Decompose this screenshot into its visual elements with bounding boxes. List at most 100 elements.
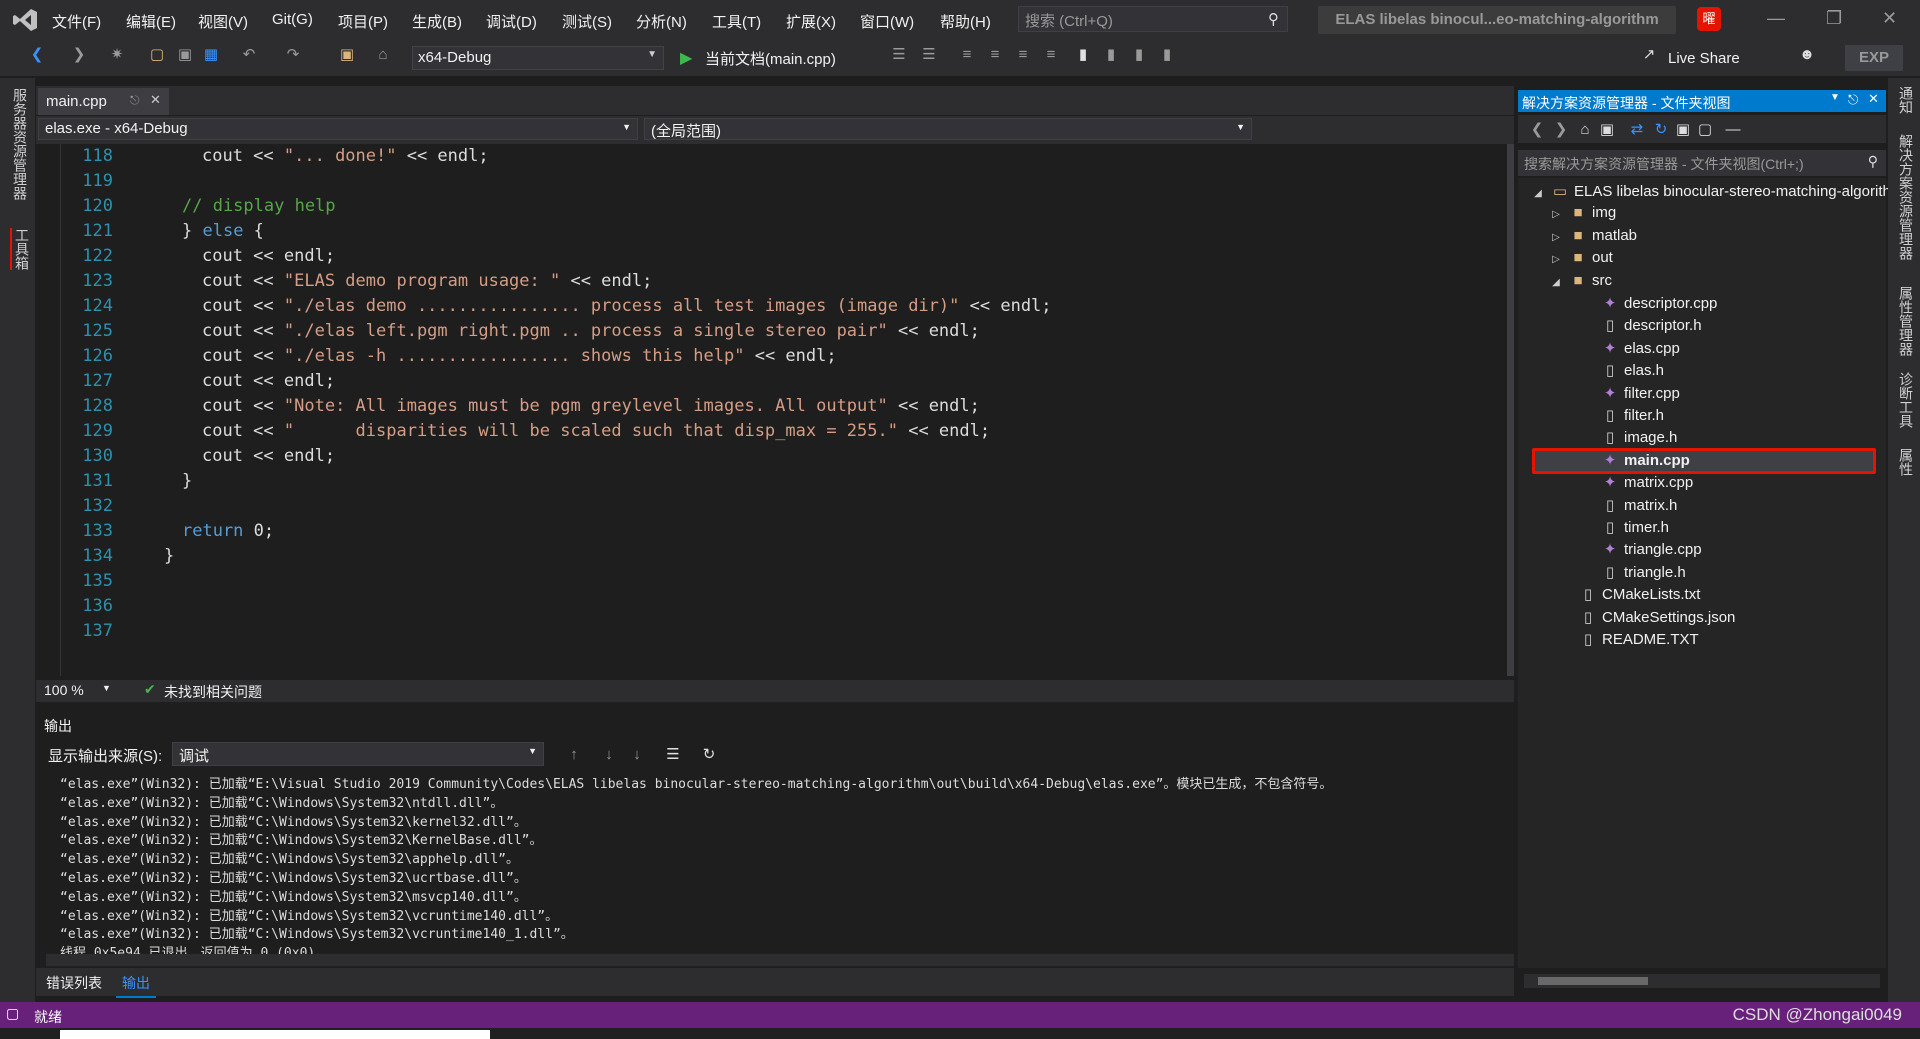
tree-item[interactable]: ▯ image.h xyxy=(1602,428,1678,446)
project-dropdown[interactable]: elas.exe - x64-Debug ▼ xyxy=(38,118,638,140)
word-wrap-icon[interactable]: ↻ xyxy=(700,746,718,764)
menu-extensions[interactable]: 扩展(X) xyxy=(786,11,836,32)
configuration-dropdown[interactable]: x64-Debug ▼ xyxy=(412,46,664,70)
collapse-arrow-icon[interactable]: ◢ xyxy=(1530,188,1546,199)
menu-tools[interactable]: 工具(T) xyxy=(712,11,761,32)
collapse-arrow-icon[interactable]: ◢ xyxy=(1548,277,1564,288)
expand-arrow-icon[interactable]: ▷ xyxy=(1548,254,1564,265)
redo-icon[interactable]: ↷ xyxy=(284,46,302,64)
menu-edit[interactable]: 编辑(E) xyxy=(126,11,176,32)
scope-dropdown[interactable]: (全局范围) ▼ xyxy=(644,118,1252,140)
show-all-files-icon[interactable]: ▢ xyxy=(1696,121,1714,139)
tree-item[interactable]: ▯ timer.h xyxy=(1602,518,1669,536)
tree-item[interactable]: ▯ descriptor.h xyxy=(1602,316,1702,334)
switch-views-icon[interactable]: ▣ xyxy=(1598,121,1616,139)
refresh-icon[interactable]: ↻ xyxy=(1652,121,1670,139)
tree-item[interactable]: ▯ matrix.h xyxy=(1602,496,1677,514)
run-target-button[interactable]: 当前文档(main.cpp) xyxy=(705,48,836,69)
output-hscroll[interactable] xyxy=(46,954,1514,966)
tab-output[interactable]: 输出 xyxy=(116,970,156,998)
tree-item[interactable]: ▷ ■ img xyxy=(1548,204,1616,221)
menu-file[interactable]: 文件(F) xyxy=(52,11,101,32)
clear-all-icon[interactable]: ☰ xyxy=(664,746,682,764)
user-avatar[interactable]: 曜 xyxy=(1697,7,1721,31)
code-line[interactable]: return 0; xyxy=(182,521,274,541)
solution-explorer-tab[interactable]: 解决方案资源管理器 xyxy=(1896,134,1916,260)
tab-main-cpp[interactable]: main.cpp ⎋ ✕ xyxy=(38,88,169,115)
tree-item[interactable]: ◢ ▭ ELAS libelas binocular-stereo-matching… xyxy=(1530,182,1903,200)
tree-item[interactable]: ✦ main.cpp xyxy=(1602,451,1690,469)
tree-item[interactable]: ▯ elas.h xyxy=(1602,361,1664,379)
collapse-all-icon[interactable]: ▣ xyxy=(1674,121,1692,139)
property-manager-tab[interactable]: 属性管理器 xyxy=(1896,286,1916,356)
menu-debug[interactable]: 调试(D) xyxy=(486,11,537,32)
issues-status[interactable]: 未找到相关问题 xyxy=(164,682,262,702)
code-line[interactable]: cout << "ELAS demo program usage: " << e… xyxy=(202,271,652,291)
code-line[interactable]: cout << "./elas left.pgm right.pgm .. pr… xyxy=(202,321,980,341)
find-in-files-icon[interactable]: ▣ xyxy=(338,46,356,64)
minimize-icon[interactable]: — xyxy=(1767,8,1785,29)
exp-button[interactable]: EXP xyxy=(1845,45,1903,71)
code-line[interactable]: cout << "... done!" << endl; xyxy=(202,146,489,166)
tree-item[interactable]: ✦ matrix.cpp xyxy=(1602,473,1693,491)
back-icon[interactable]: ❮ xyxy=(1528,121,1546,139)
tree-item[interactable]: ✦ descriptor.cpp xyxy=(1602,294,1718,312)
close-tab-icon[interactable]: ✕ xyxy=(150,92,161,108)
code-line[interactable]: } else { xyxy=(182,221,264,241)
menu-build[interactable]: 生成(B) xyxy=(412,11,462,32)
home-icon[interactable]: ⌂ xyxy=(1576,121,1594,139)
properties-icon[interactable]: — xyxy=(1724,121,1742,139)
code-line[interactable]: cout << endl; xyxy=(202,371,335,391)
pin-icon[interactable]: ⎋ xyxy=(1848,92,1858,108)
menu-analyze[interactable]: 分析(N) xyxy=(636,11,687,32)
tree-item[interactable]: ▯ README.TXT xyxy=(1580,630,1699,648)
server-explorer-tab[interactable]: 服务器资源管理器 xyxy=(10,88,30,200)
forward-icon[interactable]: ❯ xyxy=(1552,121,1570,139)
goto-last-icon[interactable]: ↓ xyxy=(628,746,646,764)
menu-help[interactable]: 帮助(H) xyxy=(940,11,991,32)
tree-item[interactable]: ◢ ■ src xyxy=(1548,272,1612,289)
code-line[interactable]: } xyxy=(164,546,174,566)
code-line[interactable]: cout << "Note: All images must be pgm gr… xyxy=(202,396,980,416)
home-icon[interactable]: ⌂ xyxy=(374,46,392,64)
clear-bookmark-icon[interactable]: ▮ xyxy=(1158,46,1176,64)
search-input[interactable]: 搜索 (Ctrl+Q) ⚲ xyxy=(1018,6,1288,32)
tree-item[interactable]: ▷ ■ matlab xyxy=(1548,227,1637,244)
comment-icon[interactable]: ≡ xyxy=(958,46,976,64)
forward-icon[interactable]: ❯ xyxy=(70,46,88,64)
output-source-dropdown[interactable]: 调试 ▼ xyxy=(172,742,544,766)
live-share-button[interactable]: Live Share xyxy=(1668,50,1740,67)
save-icon[interactable]: ▣ xyxy=(176,46,194,64)
share-icon[interactable]: ↗ xyxy=(1640,46,1658,64)
chevron-down-icon[interactable]: ▼ xyxy=(1830,92,1840,103)
expand-arrow-icon[interactable]: ▷ xyxy=(1548,209,1564,220)
goto-next-icon[interactable]: ↓ xyxy=(600,746,618,764)
undo-icon[interactable]: ↶ xyxy=(240,46,258,64)
scroll-thumb[interactable] xyxy=(1538,977,1648,985)
pin-icon[interactable]: ⎋ xyxy=(130,93,140,108)
tree-item[interactable]: ▯ CMakeLists.txt xyxy=(1580,585,1701,603)
toolbox-tab[interactable]: 工具箱 xyxy=(10,228,32,270)
goto-prev-icon[interactable]: ↑ xyxy=(565,746,583,764)
tree-item[interactable]: ✦ elas.cpp xyxy=(1602,339,1680,357)
outdent-icon[interactable]: ≡ xyxy=(1042,46,1060,64)
diagnostic-tools-tab[interactable]: 诊断工具 xyxy=(1896,372,1916,428)
toolbar-align2-icon[interactable]: ☰ xyxy=(920,46,938,64)
menu-git[interactable]: Git(G) xyxy=(272,11,313,28)
open-folder-icon[interactable]: ▢ xyxy=(148,46,166,64)
tab-error-list[interactable]: 错误列表 xyxy=(46,973,102,993)
code-line[interactable]: // display help xyxy=(182,196,336,216)
editor-vscroll[interactable] xyxy=(1507,144,1514,676)
tree-item[interactable]: ▷ ■ out xyxy=(1548,249,1613,266)
code-line[interactable]: cout << endl; xyxy=(202,446,335,466)
close-icon[interactable]: ✕ xyxy=(1868,91,1879,107)
code-line[interactable]: cout << endl; xyxy=(202,246,335,266)
next-bookmark-icon[interactable]: ▮ xyxy=(1130,46,1148,64)
properties-tab[interactable]: 属性 xyxy=(1896,448,1916,476)
menu-window[interactable]: 窗口(W) xyxy=(860,11,914,32)
new-project-icon[interactable]: ✷ xyxy=(108,46,126,64)
chevron-down-icon[interactable]: ▼ xyxy=(102,683,111,693)
close-icon[interactable]: ✕ xyxy=(1882,8,1897,29)
tree-item[interactable]: ▯ CMakeSettings.json xyxy=(1580,608,1736,626)
menu-project[interactable]: 项目(P) xyxy=(338,11,388,32)
